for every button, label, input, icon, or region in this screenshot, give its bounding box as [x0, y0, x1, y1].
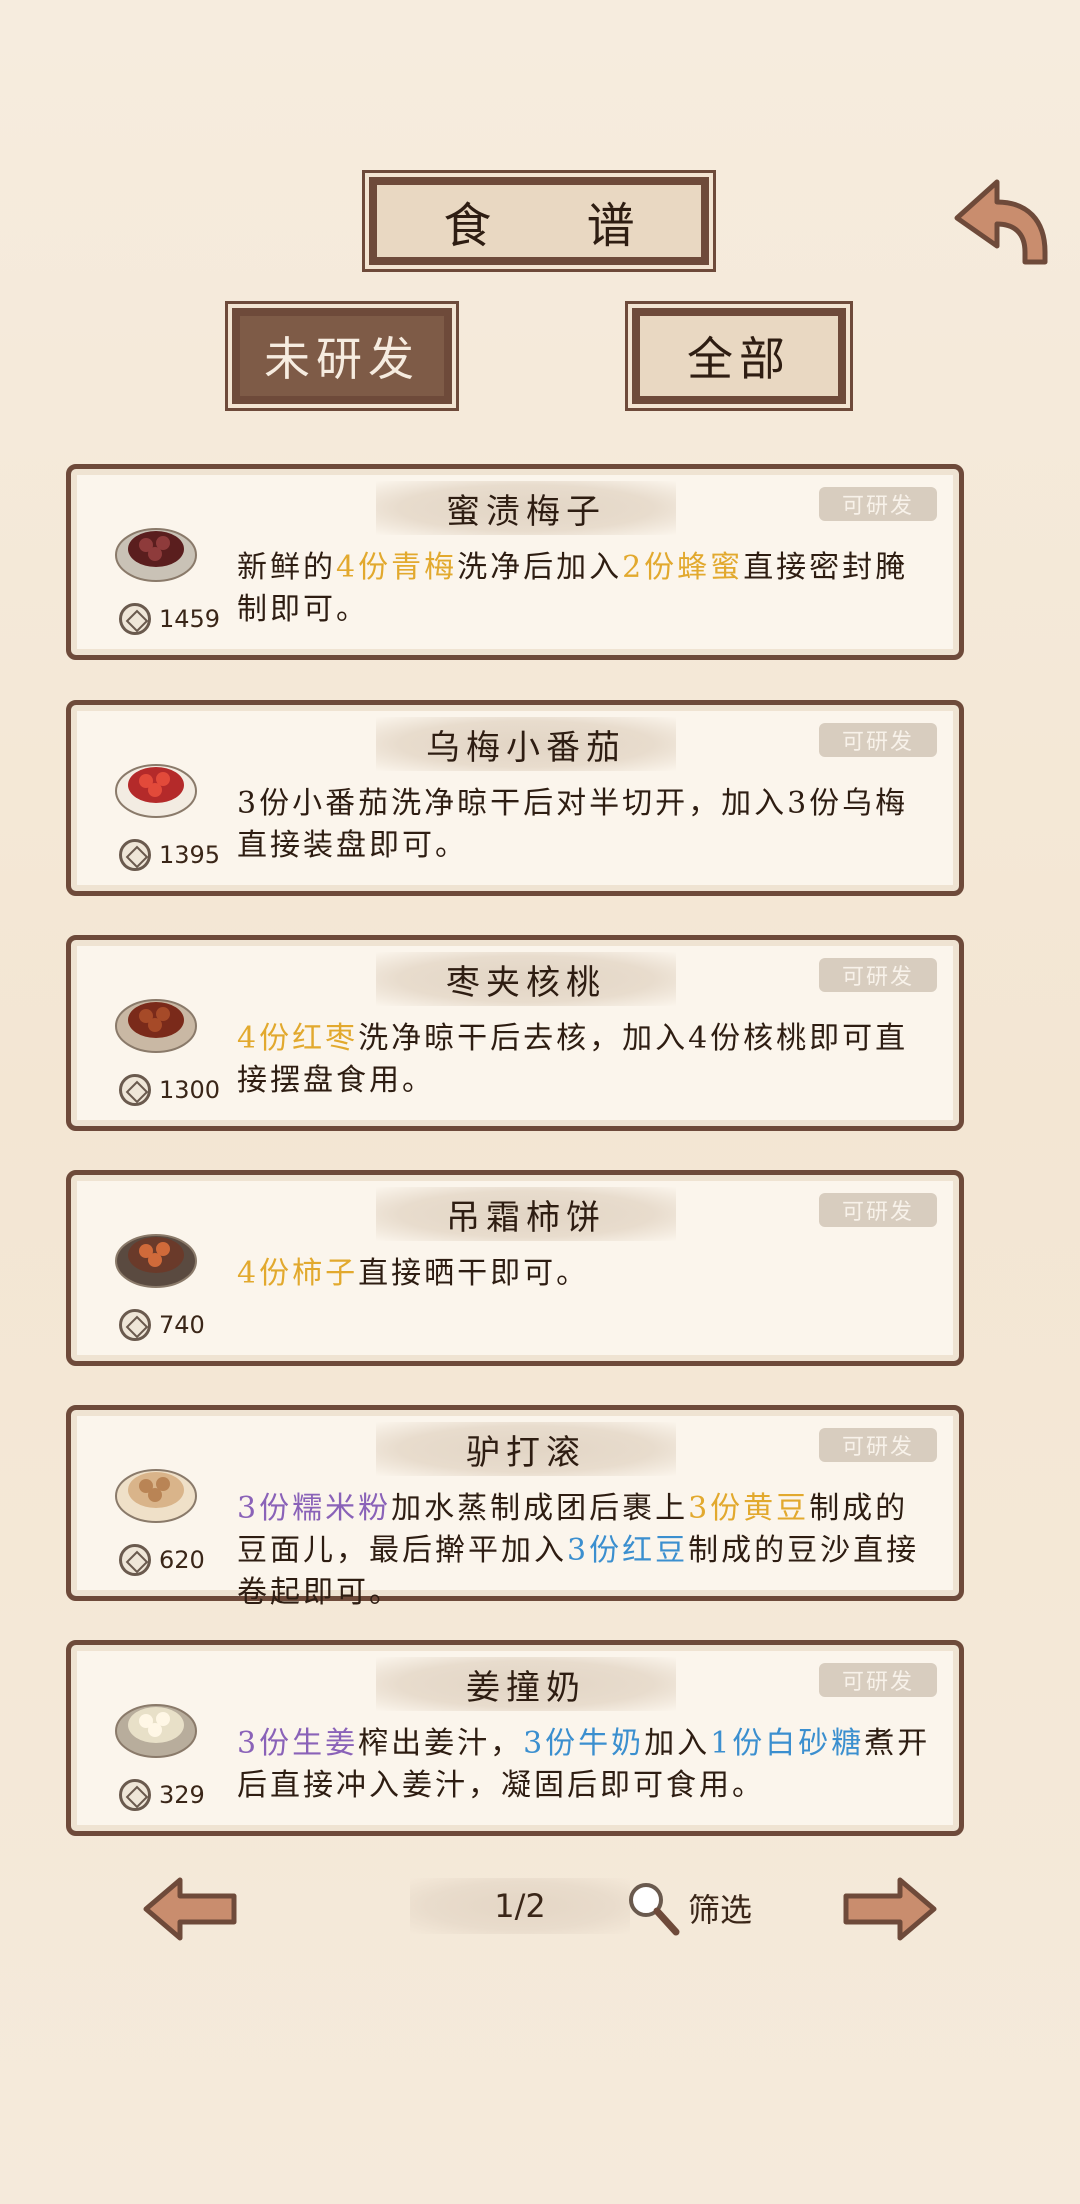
coin-icon — [119, 1309, 151, 1341]
recipe-card[interactable]: 驴打滚 可研发 620 3份糯米粉加水蒸制成团后裹上3份黄豆制成的豆面儿，最后擀平加入… — [66, 1405, 964, 1610]
coin-icon — [119, 603, 151, 635]
tab-all-label: 全部 — [640, 316, 838, 396]
ingredient-highlight: 3份生姜 — [237, 1726, 359, 1761]
dish-icon — [115, 1469, 197, 1523]
recipe-name: 驴打滚 — [376, 1422, 676, 1476]
recipe-price: 620 — [159, 1546, 205, 1574]
description-text: 3份小番茄洗净晾干后对半切开，加入3份乌梅直接装盘即可。 — [237, 786, 909, 863]
recipe-name: 蜜渍梅子 — [376, 481, 676, 535]
researchable-badge: 可研发 — [819, 1663, 937, 1697]
coin-icon — [119, 1779, 151, 1811]
recipe-card[interactable]: 吊霜柿饼 可研发 740 4份柿子直接晒干即可。 — [66, 1170, 964, 1366]
magnifier-icon — [629, 1883, 680, 1936]
researchable-badge: 可研发 — [819, 958, 937, 992]
pager: 1/2 筛选 — [0, 1866, 1080, 1966]
coin-icon — [119, 1544, 151, 1576]
description-text: 新鲜的 — [237, 550, 336, 585]
recipe-description: 4份柿子直接晒干即可。 — [237, 1253, 937, 1295]
dish-icon — [115, 1234, 197, 1288]
page-indicator: 1/2 — [410, 1878, 630, 1934]
recipe-name: 吊霜柿饼 — [376, 1187, 676, 1241]
description-text: 加入 — [644, 1726, 711, 1761]
ingredient-highlight: 1份白砂糖 — [710, 1726, 865, 1761]
recipe-description: 3份小番茄洗净晾干后对半切开，加入3份乌梅直接装盘即可。 — [237, 783, 937, 867]
description-text: 直接晒干即可。 — [358, 1256, 590, 1291]
recipe-card[interactable]: 乌梅小番茄 可研发 1395 3份小番茄洗净晾干后对半切开，加入3份乌梅直接装盘即可。 — [66, 700, 964, 896]
ingredient-highlight: 2份蜂蜜 — [622, 550, 744, 585]
recipe-card[interactable]: 姜撞奶 可研发 329 3份生姜榨出姜汁，3份牛奶加入1份白砂糖煮开后直接冲入姜汁，凝… — [66, 1640, 964, 1836]
recipe-name: 乌梅小番茄 — [376, 717, 676, 771]
ingredient-highlight: 4份柿子 — [237, 1256, 359, 1291]
recipe-price: 1300 — [159, 1076, 221, 1104]
ingredient-highlight: 3份糯米粉 — [237, 1491, 392, 1526]
ingredient-highlight: 3份牛奶 — [523, 1726, 645, 1761]
recipe-card[interactable]: 枣夹核桃 可研发 1300 4份红枣洗净晾干后去核，加入4份核桃即可直接摆盘食用。 — [66, 935, 964, 1131]
price-row: 329 — [119, 1779, 205, 1811]
recipe-name: 姜撞奶 — [376, 1657, 676, 1711]
back-arrow-icon[interactable] — [945, 170, 1055, 270]
title-plaque: 食 谱 — [365, 173, 713, 269]
price-row: 1395 — [119, 839, 220, 871]
recipe-price: 329 — [159, 1781, 205, 1809]
filter-label: 筛选 — [688, 1891, 753, 1929]
page-title: 食 谱 — [377, 185, 701, 257]
left-arrow-icon[interactable] — [140, 1874, 240, 1944]
tab-undeveloped-label: 未研发 — [240, 316, 444, 396]
price-row: 740 — [119, 1309, 205, 1341]
description-text: 加水蒸制成团后裹上 — [391, 1491, 689, 1526]
ingredient-highlight: 3份黄豆 — [688, 1491, 810, 1526]
dish-icon — [115, 999, 197, 1053]
coin-icon — [119, 839, 151, 871]
recipe-card[interactable]: 蜜渍梅子 可研发 1459 新鲜的4份青梅洗净后加入2份蜂蜜直接密封腌制即可。 — [66, 464, 964, 660]
ingredient-highlight: 4份青梅 — [336, 550, 458, 585]
coin-icon — [119, 1074, 151, 1106]
price-row: 1459 — [119, 603, 220, 635]
recipe-name: 枣夹核桃 — [376, 952, 676, 1006]
description-text: 榨出姜汁， — [358, 1726, 524, 1761]
dish-icon — [115, 764, 197, 818]
recipe-description: 4份红枣洗净晾干后去核，加入4份核桃即可直接摆盘食用。 — [237, 1018, 937, 1102]
filter-button[interactable]: 筛选 — [622, 1878, 752, 1938]
dish-icon — [115, 1704, 197, 1758]
price-row: 620 — [119, 1544, 205, 1576]
researchable-badge: 可研发 — [819, 487, 937, 521]
researchable-badge: 可研发 — [819, 1428, 937, 1462]
tab-undeveloped[interactable]: 未研发 — [228, 304, 456, 408]
right-arrow-icon[interactable] — [840, 1874, 940, 1944]
recipe-price: 740 — [159, 1311, 205, 1339]
ingredient-highlight: 3份红豆 — [567, 1533, 689, 1568]
recipe-description: 新鲜的4份青梅洗净后加入2份蜂蜜直接密封腌制即可。 — [237, 547, 937, 631]
recipe-price: 1459 — [159, 605, 221, 633]
researchable-badge: 可研发 — [819, 723, 937, 757]
dish-icon — [115, 528, 197, 582]
ingredient-highlight: 4份红枣 — [237, 1021, 359, 1056]
recipe-price: 1395 — [159, 841, 221, 869]
description-text: 洗净后加入 — [457, 550, 623, 585]
researchable-badge: 可研发 — [819, 1193, 937, 1227]
recipe-description: 3份糯米粉加水蒸制成团后裹上3份黄豆制成的豆面儿，最后擀平加入3份红豆制成的豆沙… — [237, 1488, 937, 1614]
recipe-description: 3份生姜榨出姜汁，3份牛奶加入1份白砂糖煮开后直接冲入姜汁，凝固后即可食用。 — [237, 1723, 937, 1807]
price-row: 1300 — [119, 1074, 220, 1106]
tab-all[interactable]: 全部 — [628, 304, 850, 408]
